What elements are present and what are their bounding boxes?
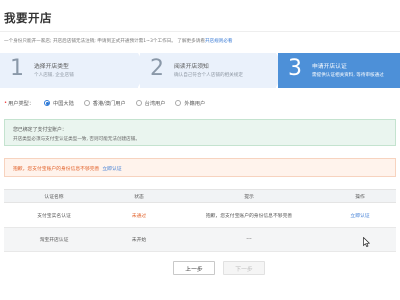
radio-label: 香港/澳门用户: [92, 100, 126, 107]
alipay-bound-notice: 您已绑定了支付宝账户： 开店类型必须与支付宝认证类型一致, 否则可能无法创建店铺…: [4, 119, 396, 146]
radio-dot-icon: [44, 100, 51, 106]
subtitle-text: 一个身份只能开一家店; 开店后店铺无法注销; 申请到正式开通预计需1~3个工作日…: [4, 39, 205, 44]
radio-label: 外籍用户: [184, 100, 206, 107]
table-header: 认证名称 状态 提示 操作: [4, 189, 396, 203]
step-1-title: 选择开店类型: [34, 64, 69, 70]
open-store-page: 我要开店 一个身份只能开一家店; 开店后店铺无法注销; 申请到正式开通预计需1~…: [0, 0, 400, 300]
step-2: 2 阅读开店须知 确认自己符合个人店铺的相关规定: [140, 53, 276, 88]
table-row: 支付宝实名认证 未通过 抱歉，您支付宝账户的身份信息不够完善 立即认证: [4, 203, 396, 228]
row-tip: 抱歉，您支付宝账户的身份信息不够完善: [205, 213, 293, 219]
radio-foreign[interactable]: 外籍用户: [175, 100, 205, 107]
user-type-selector: • 用户类型： 中国大陆 香港/澳门用户 台湾用户 外籍用户: [4, 97, 205, 109]
mouse-cursor-icon: [363, 237, 370, 247]
step-2-desc: 确认自己符合个人店铺的相关规定: [174, 73, 243, 78]
store-rules-link[interactable]: 开店规则必看: [205, 39, 233, 44]
verify-now-link[interactable]: 立即认证: [102, 167, 121, 172]
page-title: 我要开店: [4, 11, 52, 25]
header-tip: 提示: [244, 194, 254, 200]
radio-dot-icon: [135, 100, 142, 106]
step-2-number: 2: [150, 56, 164, 81]
radio-label: 中国大陆: [53, 100, 74, 107]
warning-text: 抱歉，您支付宝账户的身份信息不够完善 立即认证: [13, 165, 122, 172]
notice-line-1: 您已绑定了支付宝账户：: [13, 127, 67, 133]
row-name: 淘宝开店认证: [39, 238, 69, 243]
row-name: 支付宝实名认证: [37, 213, 71, 219]
row-tip: ---: [246, 237, 252, 242]
radio-label: 台湾用户: [144, 100, 166, 107]
required-marker: •: [4, 100, 8, 106]
verification-warning: 抱歉，您支付宝账户的身份信息不够完善 立即认证: [4, 158, 396, 177]
radio-taiwan[interactable]: 台湾用户: [135, 100, 166, 107]
step-1-number: 1: [10, 56, 24, 81]
next-step-button[interactable]: 下一步: [223, 261, 265, 275]
header-status: 状态: [134, 194, 144, 200]
step-3-desc: 需提供认证相关资料, 等待审核通过: [312, 73, 384, 78]
header-name: 认证名称: [44, 194, 64, 200]
row-status: 未开始: [131, 238, 147, 243]
row-status: 未通过: [131, 213, 147, 219]
radio-dot-icon: [83, 100, 90, 106]
step-1: 1 选择开店类型 个人店铺, 企业店铺: [0, 53, 138, 88]
warning-message: 抱歉，您支付宝账户的身份信息不够完善: [13, 167, 100, 172]
page-subtitle: 一个身份只能开一家店; 开店后店铺无法注销; 申请到正式开通预计需1~3个工作日…: [4, 38, 396, 44]
radio-mainland[interactable]: 中国大陆: [44, 100, 74, 107]
radio-dot-icon: [175, 100, 182, 106]
table-row: 淘宝开店认证 未开始 ---: [4, 228, 396, 252]
row-operation: [324, 228, 396, 251]
radio-hk-macau[interactable]: 香港/澳门用户: [83, 100, 126, 107]
step-2-title: 阅读开店须知: [174, 64, 209, 70]
step-3-active: 3 申请开店认证 需提供认证相关资料, 等待审核通过: [278, 53, 400, 88]
notice-line-2: 开店类型必须与支付宝认证类型一致, 否则可能无法创建店铺。: [13, 137, 140, 142]
step-progress: 1 选择开店类型 个人店铺, 企业店铺 2 阅读开店须知 确认自己符合个人店铺的…: [0, 53, 400, 88]
step-3-number: 3: [288, 56, 302, 81]
step-3-title: 申请开店认证: [312, 64, 347, 70]
previous-step-button[interactable]: 上一步: [173, 261, 215, 275]
header-operation: 操作: [355, 194, 365, 200]
step-1-desc: 个人店铺, 企业店铺: [34, 73, 74, 78]
title-divider: [0, 31, 400, 32]
verify-now-button[interactable]: 立即认证: [324, 203, 396, 227]
user-type-label: 用户类型：: [8, 100, 35, 107]
